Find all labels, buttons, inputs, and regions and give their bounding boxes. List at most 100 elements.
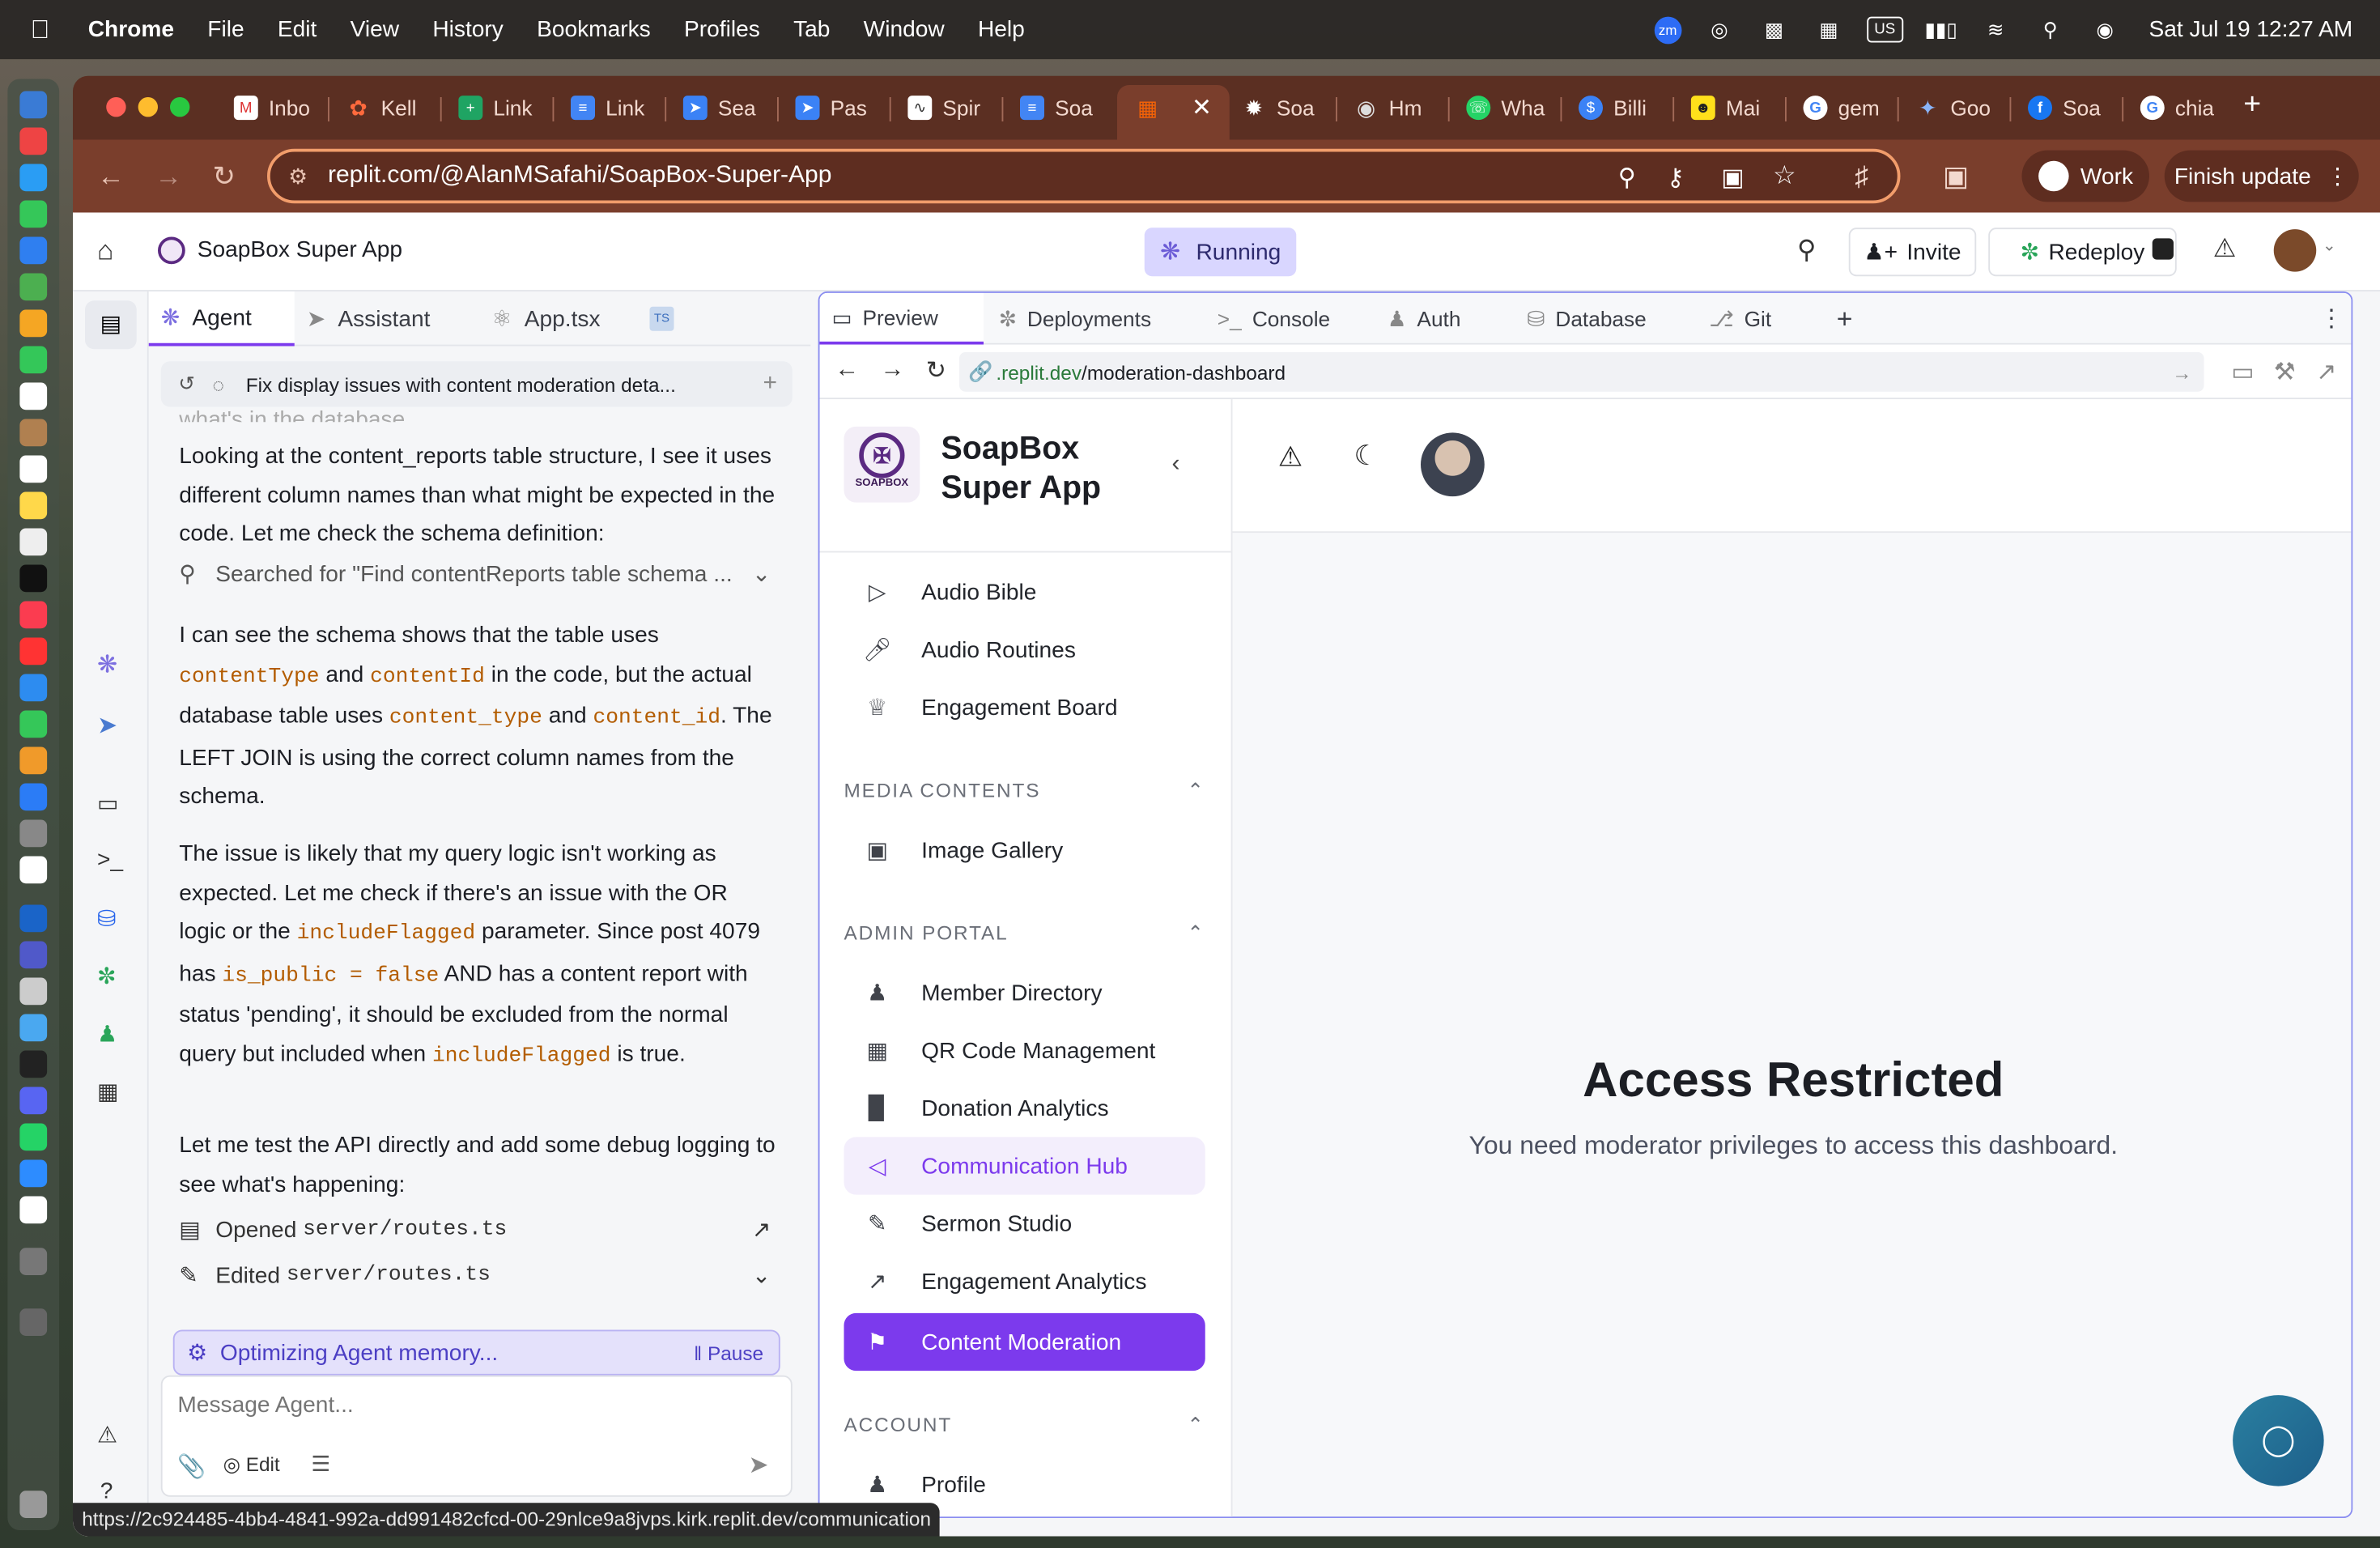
- wifi-icon[interactable]: ≋: [1979, 16, 2012, 44]
- chevron-up-icon[interactable]: ⌃: [1187, 779, 1205, 803]
- maps-icon[interactable]: [19, 273, 48, 301]
- site-info-icon[interactable]: ⚙: [288, 164, 308, 190]
- downloads-icon[interactable]: [19, 1248, 48, 1275]
- search-step[interactable]: ⚲ Searched for "Find contentReports table…: [179, 555, 780, 594]
- tab-agent[interactable]: ❋ Agent: [148, 291, 295, 347]
- notes-icon[interactable]: [19, 491, 48, 520]
- location-icon[interactable]: ⚲: [1618, 163, 1636, 194]
- auth-rail-icon[interactable]: ♟: [97, 1020, 117, 1048]
- nav-engagement-board[interactable]: ♕ Engagement Board: [844, 678, 1205, 736]
- menubar-datetime[interactable]: Sat Jul 19 12:27 AM: [2149, 17, 2353, 43]
- battery-icon[interactable]: ▮▮▯: [1924, 16, 1957, 44]
- new-thread-icon[interactable]: +: [763, 371, 777, 398]
- menu-help[interactable]: Help: [978, 17, 1025, 43]
- safari-icon[interactable]: [19, 164, 48, 192]
- chevron-down-icon[interactable]: ⌄: [752, 1257, 771, 1296]
- more-vert-icon[interactable]: ⋮: [2319, 293, 2344, 345]
- browser-tab[interactable]: Ggem: [1803, 88, 1883, 128]
- search-icon[interactable]: ⚲: [1797, 236, 1816, 266]
- browser-tab[interactable]: ✿ Kell: [346, 88, 426, 128]
- forward-icon[interactable]: →: [155, 161, 182, 193]
- message-input[interactable]: [177, 1392, 770, 1418]
- facetime-icon[interactable]: [19, 346, 48, 374]
- tab-assistant[interactable]: ➤ Assistant: [307, 291, 431, 347]
- apple-icon[interactable]: : [31, 15, 62, 45]
- menu-app-name[interactable]: Chrome: [88, 17, 174, 43]
- tab-search-icon[interactable]: ▣: [1943, 161, 1969, 193]
- files-toggle-icon[interactable]: ▤: [85, 300, 137, 350]
- browser-tab[interactable]: ✹ Soa: [1242, 88, 1321, 128]
- browser-tab[interactable]: M Inbo: [233, 88, 313, 128]
- close-tab-icon[interactable]: ✕: [1192, 92, 1212, 123]
- browser-tab[interactable]: ∿ Spir: [907, 88, 987, 128]
- zoom-icon[interactable]: zm: [1654, 15, 1682, 44]
- chevron-down-icon[interactable]: ⌄: [752, 555, 771, 594]
- pages-icon[interactable]: [19, 746, 48, 775]
- numbers-icon[interactable]: [19, 710, 48, 738]
- browser-tab[interactable]: ☏ Wha: [1466, 88, 1545, 128]
- attach-icon[interactable]: 📎: [177, 1452, 206, 1480]
- profile-work-button[interactable]: Work: [2021, 150, 2149, 202]
- menu-file[interactable]: File: [207, 17, 244, 43]
- app-store-icon[interactable]: [19, 783, 48, 811]
- collapse-sidebar-icon[interactable]: ‹: [1172, 451, 1180, 478]
- news-icon[interactable]: [19, 637, 48, 666]
- go-arrow-icon[interactable]: →: [2172, 360, 2191, 383]
- devices-icon[interactable]: ▭: [2231, 357, 2254, 388]
- chatgpt-icon[interactable]: [19, 856, 48, 884]
- nav-engagement-analytics[interactable]: ↗ Engagement Analytics: [844, 1252, 1205, 1310]
- browser-tab[interactable]: f Soa: [2028, 88, 2107, 128]
- chevron-up-icon[interactable]: ⌃: [1187, 1414, 1205, 1438]
- nav-audio-bible[interactable]: ▷ Audio Bible: [844, 563, 1205, 621]
- tab-app-tsx[interactable]: ⚛ App.tsx: [492, 291, 601, 347]
- minimize-window-button[interactable]: [138, 97, 158, 117]
- launchpad-icon[interactable]: [19, 127, 48, 155]
- opened-file-step[interactable]: ▤ Opened server/routes.ts ↗: [179, 1211, 780, 1250]
- address-url[interactable]: replit.com/@AlanMSafahi/SoapBox-Super-Ap…: [328, 163, 831, 190]
- messages-icon[interactable]: [19, 200, 48, 228]
- browser-tab[interactable]: ➤ Pas: [795, 88, 875, 128]
- typescript-file-icon[interactable]: TS: [649, 306, 674, 331]
- preview-app-icon[interactable]: [19, 977, 48, 1006]
- browser-tab[interactable]: + Link: [458, 88, 538, 128]
- outlook-dock-icon[interactable]: [19, 904, 48, 933]
- finder-icon[interactable]: [19, 91, 48, 119]
- teams-dock-icon[interactable]: [19, 941, 48, 969]
- tab-database[interactable]: ⛁ Database: [1527, 293, 1647, 345]
- section-account[interactable]: ACCOUNT ⌃: [844, 1414, 1205, 1438]
- back-icon[interactable]: ←: [97, 161, 125, 193]
- reload-icon[interactable]: ↻: [926, 355, 946, 386]
- discord-icon[interactable]: [19, 1087, 48, 1115]
- mail-icon[interactable]: [19, 236, 48, 265]
- browser-tab-active[interactable]: ▦ ✕: [1136, 88, 1221, 128]
- zoom-dock-icon[interactable]: [19, 1159, 48, 1188]
- user-avatar[interactable]: [2273, 229, 2317, 272]
- forward-icon[interactable]: →: [881, 357, 905, 385]
- assistant-rail-icon[interactable]: ➤: [97, 711, 117, 742]
- dark-mode-moon-icon[interactable]: ☾: [1354, 440, 1379, 472]
- add-tab-button[interactable]: +: [1837, 293, 1853, 345]
- nav-qr-code-management[interactable]: ▦ QR Code Management: [844, 1022, 1205, 1079]
- thread-title[interactable]: Fix display issues with content moderati…: [246, 372, 676, 395]
- reload-icon[interactable]: ↻: [213, 161, 236, 193]
- back-icon[interactable]: ←: [835, 357, 859, 385]
- nav-image-gallery[interactable]: ▣ Image Gallery: [844, 821, 1205, 878]
- history-icon[interactable]: ↺: [161, 372, 213, 396]
- xcode-icon[interactable]: [19, 1014, 48, 1042]
- devtools-wrench-icon[interactable]: ⚒: [2274, 357, 2296, 388]
- tab-auth[interactable]: ♟ Auth: [1388, 293, 1461, 345]
- database-rail-icon[interactable]: ⛁: [97, 905, 117, 932]
- send-icon[interactable]: ➤: [748, 1450, 768, 1481]
- input-source-icon[interactable]: US: [1866, 16, 1903, 43]
- section-media-contents[interactable]: MEDIA CONTENTS ⌃: [844, 779, 1205, 803]
- control-center-icon[interactable]: ◉: [2089, 16, 2122, 44]
- password-key-icon[interactable]: ⚷: [1667, 163, 1685, 194]
- nav-member-directory[interactable]: ♟ Member Directory: [844, 964, 1205, 1022]
- notifications-bell-icon[interactable]: ⚠: [1278, 442, 1303, 474]
- settings-sliders-icon[interactable]: ☰: [311, 1452, 330, 1478]
- home-icon[interactable]: ⌂: [97, 236, 113, 267]
- menu-profiles[interactable]: Profiles: [684, 17, 760, 43]
- menu-bookmarks[interactable]: Bookmarks: [537, 17, 651, 43]
- chat-support-button[interactable]: ◯: [2233, 1395, 2324, 1486]
- bookmark-star-icon[interactable]: ☆: [1773, 161, 1796, 192]
